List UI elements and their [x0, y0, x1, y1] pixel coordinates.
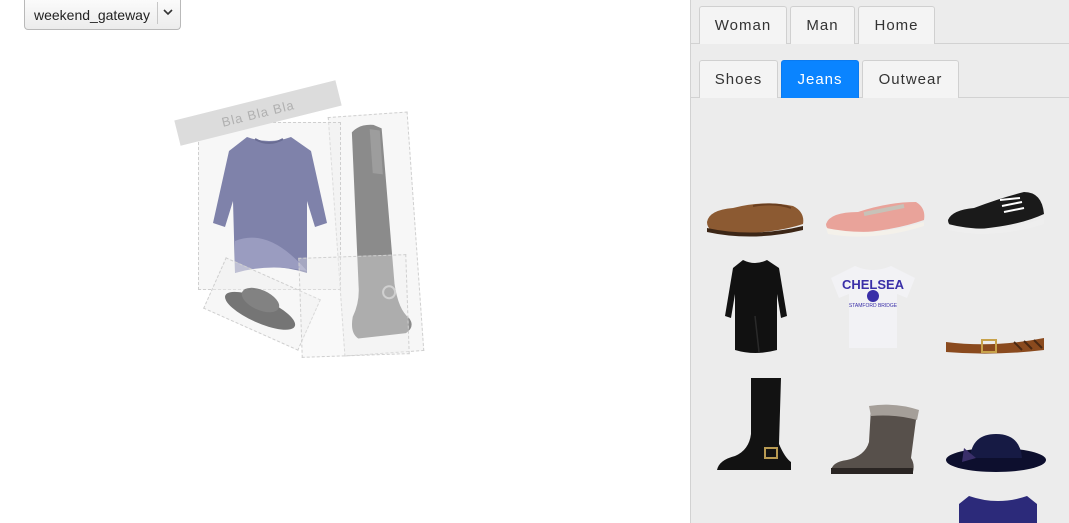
- product-pink-slip-on[interactable]: [824, 190, 928, 240]
- product-purple-top[interactable]: [953, 492, 1043, 523]
- canvas-item-frame[interactable]: [298, 254, 410, 358]
- product-panel: Woman Man Home Shoes Jeans Outwear CHELS…: [690, 0, 1069, 523]
- tab-jeans[interactable]: Jeans: [781, 60, 859, 98]
- brown-belt-image: [946, 338, 1044, 354]
- chevron-down-icon: [163, 9, 173, 16]
- product-grey-fur-boot[interactable]: [825, 402, 925, 478]
- navy-hat-image: [946, 434, 1046, 472]
- select-divider: [157, 2, 158, 24]
- product-black-dress[interactable]: [719, 256, 791, 356]
- black-dress-image: [725, 260, 787, 353]
- outfit-select-value: weekend_gateway: [34, 6, 150, 23]
- tab-shoes[interactable]: Shoes: [699, 60, 778, 98]
- tab-outwear[interactable]: Outwear: [862, 60, 959, 98]
- product-navy-hat[interactable]: [944, 428, 1048, 478]
- black-sneaker-image: [948, 192, 1044, 234]
- outfit-canvas[interactable]: weekend_gateway Bla Bla Bla: [0, 0, 690, 523]
- brown-loafer-image: [707, 203, 804, 237]
- category-tab-row: Woman Man Home: [691, 0, 1069, 44]
- tshirt-print: CHELSEA: [842, 277, 905, 292]
- grey-fur-boot-image: [831, 404, 919, 474]
- subcategory-tab-row: Shoes Jeans Outwear: [691, 54, 1069, 98]
- tab-home[interactable]: Home: [858, 6, 935, 44]
- tab-man[interactable]: Man: [790, 6, 855, 44]
- product-black-tall-boot[interactable]: [715, 374, 795, 476]
- product-chelsea-tshirt[interactable]: CHELSEA STAMFORD BRIDGE: [825, 262, 921, 352]
- chelsea-tshirt-image: CHELSEA STAMFORD BRIDGE: [831, 266, 915, 348]
- product-black-sneaker[interactable]: [944, 184, 1048, 240]
- outfit-select[interactable]: weekend_gateway: [24, 0, 181, 30]
- black-tall-boot-image: [717, 378, 791, 470]
- tab-woman[interactable]: Woman: [699, 6, 787, 44]
- purple-top-thumb-image: [959, 496, 1037, 523]
- product-brown-belt[interactable]: [944, 328, 1048, 360]
- product-brown-loafer[interactable]: [703, 190, 807, 240]
- tshirt-subprint: STAMFORD BRIDGE: [849, 303, 898, 309]
- pink-slip-on-image: [826, 202, 925, 237]
